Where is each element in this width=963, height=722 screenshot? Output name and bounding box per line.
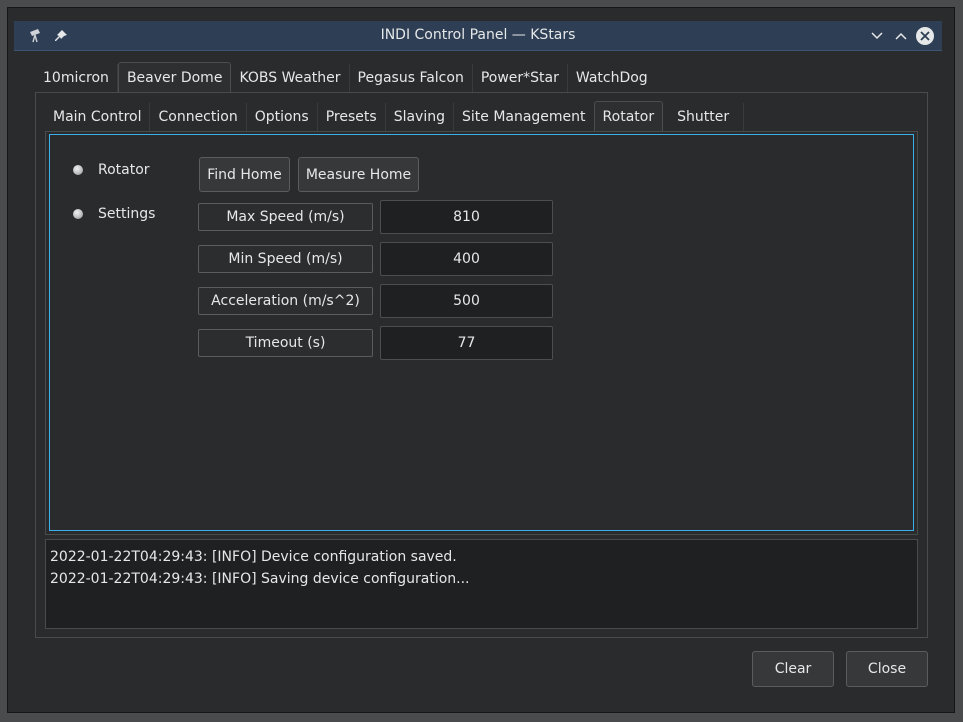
acceleration-label: Acceleration (m/s^2)	[198, 287, 373, 315]
tab-rotator[interactable]: Rotator	[593, 101, 664, 131]
log-line: 2022-01-22T04:29:43: [INFO] Saving devic…	[50, 571, 470, 587]
log-line: 2022-01-22T04:29:43: [INFO] Device confi…	[50, 549, 457, 565]
maximize-chevron-up-icon[interactable]	[891, 26, 911, 46]
timeout-label: Timeout (s)	[198, 329, 373, 357]
tab-device-pegasus-falcon[interactable]: Pegasus Falcon	[350, 64, 473, 92]
tab-connection[interactable]: Connection	[150, 103, 247, 131]
min-speed-value: 400	[380, 242, 553, 276]
minimize-chevron-down-icon[interactable]	[867, 26, 887, 46]
find-home-button[interactable]: Find Home	[199, 157, 290, 192]
tab-device-kobs-weather[interactable]: KOBS Weather	[231, 64, 350, 92]
tab-presets[interactable]: Presets	[318, 103, 386, 131]
tab-site-management[interactable]: Site Management	[454, 103, 594, 131]
tab-device-beaver-dome[interactable]: Beaver Dome	[117, 62, 232, 92]
settings-status-led-icon	[73, 209, 83, 219]
rotator-property-label: Rotator	[98, 162, 150, 178]
tab-options[interactable]: Options	[247, 103, 318, 131]
device-tabbar: 10micron Beaver Dome KOBS Weather Pegasu…	[35, 62, 656, 92]
max-speed-value: 810	[380, 200, 553, 234]
close-window-icon[interactable]	[916, 27, 934, 45]
rotator-status-led-icon	[73, 165, 83, 175]
group-tabbar: Main Control Connection Options Presets …	[45, 101, 745, 131]
tab-device-watchdog[interactable]: WatchDog	[568, 64, 656, 92]
settings-property-label: Settings	[98, 206, 156, 222]
window-title: INDI Control Panel — KStars	[380, 27, 576, 43]
message-log[interactable]: 2022-01-22T04:29:43: [INFO] Device confi…	[45, 539, 918, 629]
acceleration-value: 500	[380, 284, 553, 318]
tab-shutter[interactable]: Shutter	[663, 103, 745, 131]
tab-device-power-star[interactable]: Power*Star	[473, 64, 568, 92]
tab-slaving[interactable]: Slaving	[386, 103, 454, 131]
max-speed-label: Max Speed (m/s)	[198, 203, 373, 231]
title-bar[interactable]: INDI Control Panel — KStars	[14, 21, 942, 51]
clear-button[interactable]: Clear	[752, 651, 834, 687]
measure-home-button[interactable]: Measure Home	[298, 157, 419, 192]
tab-device-10micron[interactable]: 10micron	[35, 64, 118, 92]
tab-main-control[interactable]: Main Control	[45, 103, 151, 131]
timeout-value: 77	[380, 326, 553, 360]
close-button[interactable]: Close	[846, 651, 928, 687]
min-speed-label: Min Speed (m/s)	[198, 245, 373, 273]
